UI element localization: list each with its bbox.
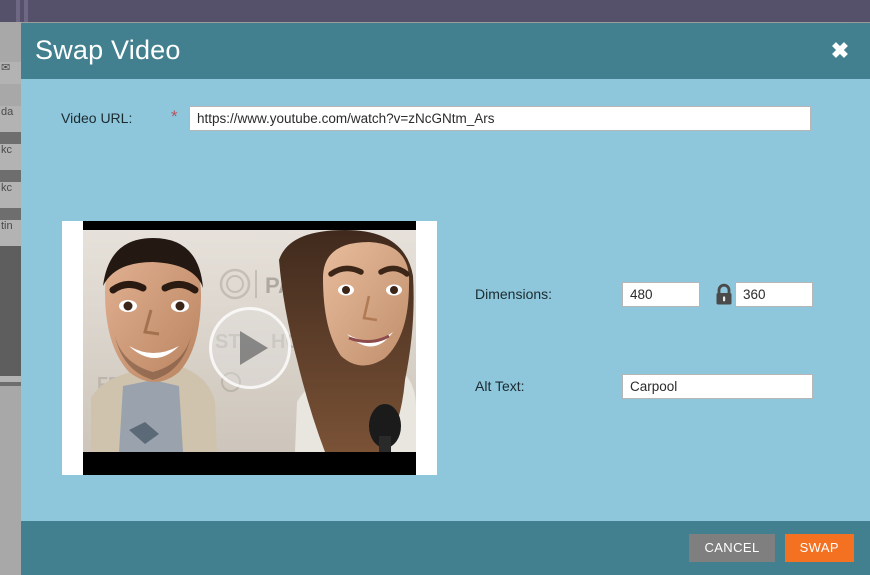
background-sidebar-item: da — [0, 106, 22, 132]
background-topbar-tab — [16, 0, 20, 22]
background-sidebar-item: kc — [0, 144, 22, 170]
footer-button-group: CANCEL SWAP — [689, 534, 854, 562]
dialog-header: Swap Video ✖ — [21, 23, 870, 79]
background-sidebar-item: ✉ — [0, 62, 22, 84]
width-input[interactable] — [622, 282, 700, 307]
close-icon[interactable]: ✖ — [828, 39, 852, 63]
background-sidebar-item — [0, 208, 22, 220]
cancel-button[interactable]: CANCEL — [689, 534, 774, 562]
height-input[interactable] — [735, 282, 813, 307]
swap-button[interactable]: SWAP — [785, 534, 854, 562]
lock-glyph — [713, 283, 735, 307]
video-url-input[interactable] — [189, 106, 811, 131]
video-preview[interactable]: PALEY ST HO FEE — [83, 221, 416, 475]
background-topbar-tab — [24, 0, 28, 22]
background-topbar — [0, 0, 870, 22]
background-sidebar: ✉ da kc kc tin — [0, 22, 22, 575]
dialog-body: Video URL: * — [21, 79, 870, 521]
background-sidebar-item — [0, 246, 22, 376]
background-sidebar-item — [0, 170, 22, 182]
swap-video-dialog: Swap Video ✖ Video URL: * — [21, 23, 870, 575]
dialog-footer: CANCEL SWAP — [21, 521, 870, 575]
person-right — [279, 230, 416, 452]
page-title: Swap Video — [35, 35, 181, 66]
dimensions-label: Dimensions: — [475, 286, 552, 302]
alt-text-label: Alt Text: — [475, 378, 525, 394]
video-url-label: Video URL: — [61, 110, 171, 126]
dimensions-row: Dimensions: — [21, 282, 870, 308]
required-asterisk-icon: * — [171, 109, 178, 125]
background-sidebar-item: kc — [0, 182, 22, 208]
background-sidebar-item — [0, 132, 22, 144]
background-sidebar-item — [0, 382, 22, 386]
video-url-row: Video URL: * — [21, 106, 870, 132]
video-preview-frame: PALEY ST HO FEE — [62, 221, 437, 475]
play-triangle-icon — [240, 331, 268, 365]
background-sidebar-item: tin — [0, 220, 22, 246]
lock-closed-icon[interactable] — [713, 283, 735, 307]
alt-text-row: Alt Text: — [21, 374, 870, 400]
alt-text-input[interactable] — [622, 374, 813, 399]
